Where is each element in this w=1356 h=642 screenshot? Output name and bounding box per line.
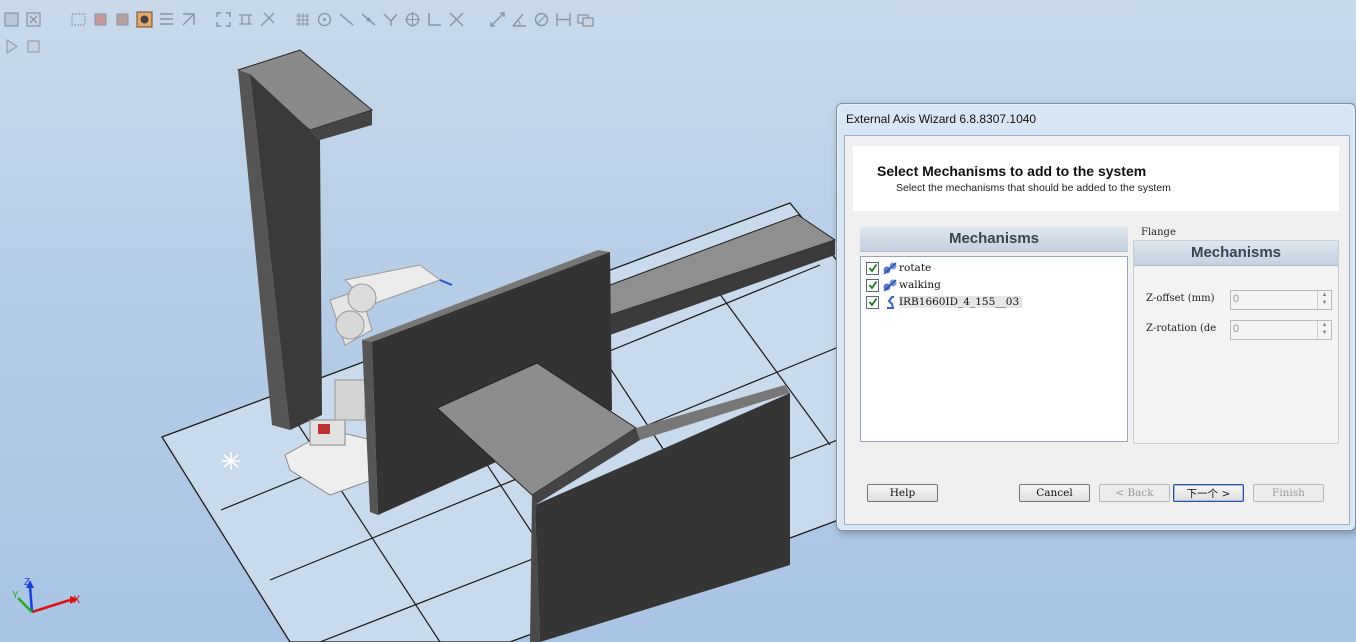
external-axis-wizard-dialog: External Axis Wizard 6.8.8307.1040 Selec… bbox=[836, 103, 1356, 531]
list-item-label: IRB1660ID_4_155__03 bbox=[899, 296, 1023, 308]
snap-grid-icon[interactable] bbox=[294, 11, 311, 28]
spin-down-icon[interactable]: ▼ bbox=[1318, 299, 1331, 307]
z-rotation-stepper[interactable]: ▲▼ bbox=[1230, 320, 1332, 340]
list-item-label: walking bbox=[899, 279, 941, 291]
axes-gizmo: X Z Y bbox=[12, 577, 81, 614]
spin-up-icon[interactable]: ▲ bbox=[1318, 321, 1331, 329]
flange-pane: Mechanisms Z-offset (mm) ▲▼ Z-rotation (… bbox=[1133, 240, 1339, 444]
cancel-button[interactable]: Cancel bbox=[1019, 484, 1090, 502]
wizard-step-subtitle: Select the mechanisms that should be add… bbox=[896, 182, 1171, 194]
finish-button[interactable]: Finish bbox=[1253, 484, 1324, 502]
select-body-icon[interactable] bbox=[114, 11, 131, 28]
snap-end-icon[interactable] bbox=[382, 11, 399, 28]
select-part-icon[interactable] bbox=[136, 11, 153, 28]
axis-x-label: X bbox=[73, 594, 81, 606]
spin-up-icon[interactable]: ▲ bbox=[1318, 291, 1331, 299]
measure-point-icon[interactable] bbox=[577, 11, 594, 28]
mechanism-icon bbox=[883, 279, 897, 292]
view-all-icon[interactable] bbox=[3, 11, 20, 28]
snap-object-icon[interactable] bbox=[215, 11, 232, 28]
mechanisms-list[interactable]: rotate walking IRB1660ID_4_155__03 bbox=[860, 256, 1128, 442]
mechanism-icon bbox=[883, 262, 897, 275]
flange-heading: Mechanisms bbox=[1134, 241, 1338, 266]
snap-edge-icon[interactable] bbox=[237, 11, 254, 28]
list-item[interactable]: IRB1660ID_4_155__03 bbox=[866, 294, 1023, 310]
select-group-icon[interactable] bbox=[180, 11, 197, 28]
next-button[interactable]: 下一个 > bbox=[1173, 484, 1244, 502]
snap-local-icon[interactable] bbox=[448, 11, 465, 28]
snap-target-icon[interactable] bbox=[404, 11, 421, 28]
snap-center-icon[interactable] bbox=[259, 11, 276, 28]
select-mechanism-icon[interactable] bbox=[158, 11, 175, 28]
select-curve-icon[interactable] bbox=[70, 11, 87, 28]
list-item-label: rotate bbox=[899, 262, 932, 274]
snap-angle-icon[interactable] bbox=[426, 11, 443, 28]
play-icon[interactable] bbox=[3, 38, 20, 55]
measure-angle-icon[interactable] bbox=[511, 11, 528, 28]
list-item[interactable]: rotate bbox=[866, 260, 931, 276]
z-offset-spin-buttons[interactable]: ▲ ▼ bbox=[1317, 291, 1331, 309]
viewport-toolbar bbox=[3, 10, 594, 28]
axis-y-label: Y bbox=[12, 590, 19, 601]
snap-circle-icon[interactable] bbox=[316, 11, 333, 28]
robot-icon bbox=[887, 296, 895, 309]
mechanisms-heading: Mechanisms bbox=[860, 227, 1128, 252]
z-offset-input[interactable] bbox=[1232, 292, 1318, 306]
z-rotation-spin-buttons[interactable]: ▲ ▼ bbox=[1317, 321, 1331, 339]
checkbox[interactable] bbox=[866, 295, 879, 309]
wizard-step-title: Select Mechanisms to add to the system bbox=[877, 163, 1147, 179]
z-rotation-input[interactable] bbox=[1232, 322, 1318, 336]
select-surface-icon[interactable] bbox=[92, 11, 109, 28]
checkbox[interactable] bbox=[866, 261, 879, 275]
z-offset-label: Z-offset (mm) bbox=[1146, 293, 1215, 304]
axis-z-label: Z bbox=[24, 577, 30, 588]
wizard-header: Select Mechanisms to add to the system S… bbox=[853, 146, 1339, 211]
zoom-window-icon[interactable] bbox=[25, 11, 42, 28]
checkbox[interactable] bbox=[866, 278, 879, 292]
spin-down-icon[interactable]: ▼ bbox=[1318, 329, 1331, 337]
measure-diameter-icon[interactable] bbox=[533, 11, 550, 28]
z-rotation-label: Z-rotation (de bbox=[1146, 323, 1217, 334]
stop-icon[interactable] bbox=[25, 38, 42, 55]
back-button[interactable]: < Back bbox=[1099, 484, 1170, 502]
measure-min-distance-icon[interactable] bbox=[555, 11, 572, 28]
list-item[interactable]: walking bbox=[866, 277, 941, 293]
dialog-title: External Axis Wizard 6.8.8307.1040 bbox=[846, 112, 1037, 126]
flange-label: Flange bbox=[1141, 227, 1176, 238]
z-offset-stepper[interactable]: ▲▼ bbox=[1230, 290, 1332, 310]
snap-line-icon[interactable] bbox=[338, 11, 355, 28]
help-button[interactable]: Help bbox=[867, 484, 938, 502]
measure-distance-icon[interactable] bbox=[489, 11, 506, 28]
snap-midpoint-icon[interactable] bbox=[360, 11, 377, 28]
simulation-toolbar bbox=[3, 37, 42, 55]
mechanisms-pane: Mechanisms rotate walking IRB1660ID_4_15… bbox=[860, 227, 1128, 442]
origin-marker bbox=[222, 452, 240, 470]
dialog-body: Select Mechanisms to add to the system S… bbox=[844, 135, 1350, 525]
